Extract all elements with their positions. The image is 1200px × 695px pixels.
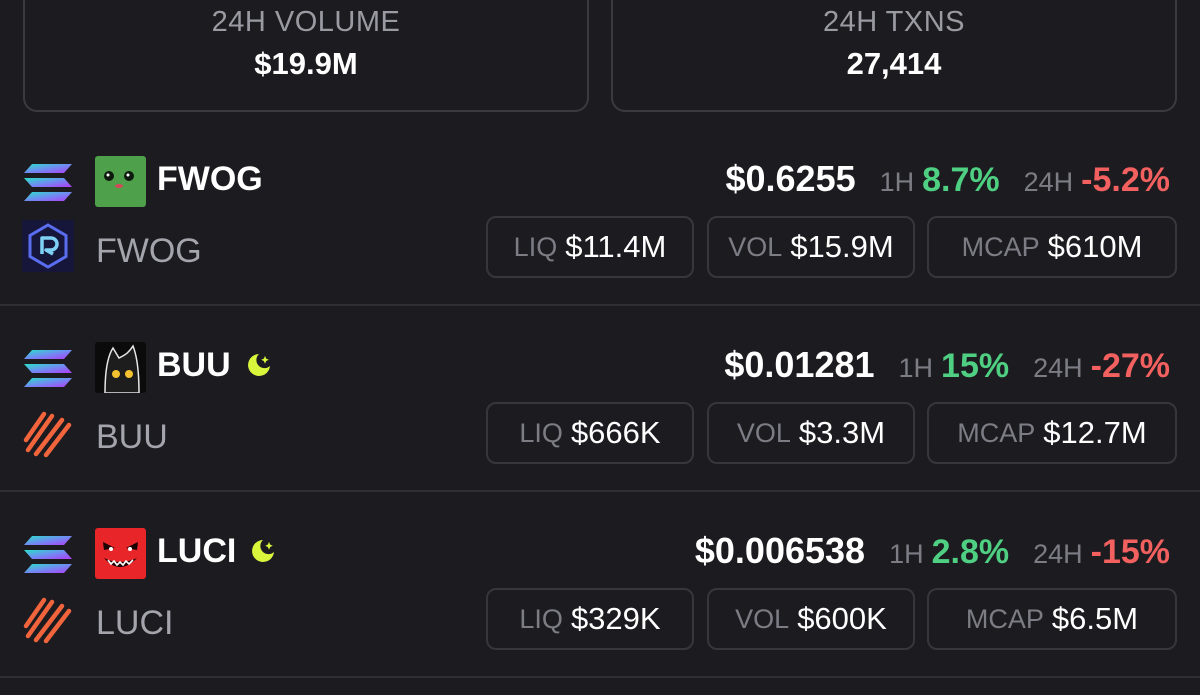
- h24-label: 24H: [1033, 539, 1083, 569]
- liquidity-chip: LIQ $666K: [486, 402, 694, 464]
- h1-change: 2.8%: [931, 533, 1010, 571]
- volume-chip-value: $3.3M: [798, 415, 886, 450]
- h1-change: 8.7%: [922, 161, 1000, 199]
- token-row-buu[interactable]: BUU BUU $0.01281 1H 15% 24H -27% LIQ $66…: [0, 306, 1200, 492]
- solana-icon: [24, 164, 72, 201]
- volume-chip-label: VOL: [735, 603, 790, 634]
- liquidity-chip: LIQ $11.4M: [486, 216, 694, 278]
- fwog-avatar: [95, 156, 146, 207]
- h24-change: -15%: [1090, 533, 1170, 571]
- liquidity-value: $666K: [570, 415, 661, 450]
- volume-chip: VOL $3.3M: [707, 402, 915, 464]
- liquidity-label: LIQ: [519, 603, 563, 634]
- token-name: BUU: [96, 418, 168, 456]
- token-symbol: LUCI: [157, 532, 237, 570]
- volume-chip: VOL $15.9M: [707, 216, 915, 278]
- h1-label: 1H: [879, 167, 915, 197]
- token-price: $0.6255: [725, 158, 856, 199]
- mcap-chip: MCAP $6.5M: [927, 588, 1177, 650]
- volume-chip: VOL $600K: [707, 588, 915, 650]
- liquidity-label: LIQ: [513, 231, 558, 262]
- volume-chip-value: $15.9M: [790, 229, 894, 264]
- mcap-chip: MCAP $610M: [927, 216, 1177, 278]
- volume-chip-value: $600K: [797, 601, 887, 636]
- h1-label: 1H: [889, 539, 924, 569]
- raydium-icon: [22, 220, 74, 272]
- h24-change: -5.2%: [1081, 161, 1170, 199]
- token-symbol: BUU: [157, 346, 231, 384]
- h24-label: 24H: [1033, 353, 1083, 383]
- volume-label: 24H VOLUME: [211, 6, 401, 38]
- boost-moon-icon: [252, 540, 274, 562]
- h24-label: 24H: [1023, 167, 1074, 197]
- list-bottom-divider: [0, 676, 1200, 678]
- token-row-fwog[interactable]: FWOG FWOG $0.6255 1H 8.7% 24H -5.2% LIQ …: [0, 120, 1200, 306]
- token-price: $0.01281: [724, 344, 875, 385]
- liquidity-label: LIQ: [519, 417, 563, 448]
- moonshot-icon: [23, 411, 72, 458]
- liquidity-value: $329K: [570, 601, 661, 636]
- mcap-label: MCAP: [961, 231, 1040, 262]
- token-name: FWOG: [96, 232, 202, 270]
- price-line: $0.006538 1H 2.8% 24H -15%: [695, 530, 1170, 572]
- txns-value: 27,414: [846, 46, 942, 81]
- price-line: $0.01281 1H 15% 24H -27%: [724, 344, 1170, 386]
- moonshot-icon: [23, 597, 72, 644]
- token-symbol: FWOG: [157, 160, 263, 198]
- h24-change: -27%: [1090, 347, 1170, 385]
- h1-label: 1H: [898, 353, 934, 383]
- solana-icon: [24, 536, 72, 573]
- txns-stat-card: 24H TXNS 27,414: [611, 0, 1177, 112]
- liquidity-chip: LIQ $329K: [486, 588, 694, 650]
- token-name: LUCI: [96, 604, 174, 642]
- txns-label: 24H TXNS: [822, 6, 966, 38]
- token-row-luci[interactable]: LUCI LUCI $0.006538 1H 2.8% 24H -15% LIQ…: [0, 492, 1200, 678]
- luci-avatar: [95, 528, 146, 579]
- mcap-value: $12.7M: [1043, 415, 1147, 450]
- mcap-label: MCAP: [957, 417, 1036, 448]
- volume-chip-label: VOL: [736, 417, 791, 448]
- mcap-value: $6.5M: [1051, 601, 1139, 636]
- mcap-label: MCAP: [965, 603, 1044, 634]
- boost-moon-icon: [248, 354, 270, 376]
- h1-change: 15%: [941, 347, 1010, 385]
- mcap-value: $610M: [1047, 229, 1143, 264]
- token-price: $0.006538: [694, 530, 866, 571]
- volume-chip-label: VOL: [728, 231, 783, 262]
- buu-avatar: [95, 342, 146, 393]
- solana-icon: [24, 350, 72, 387]
- price-line: $0.6255 1H 8.7% 24H -5.2%: [725, 158, 1170, 200]
- volume-stat-card: 24H VOLUME $19.9M: [23, 0, 589, 112]
- liquidity-value: $11.4M: [565, 229, 667, 264]
- volume-value: $19.9M: [254, 46, 358, 81]
- mcap-chip: MCAP $12.7M: [927, 402, 1177, 464]
